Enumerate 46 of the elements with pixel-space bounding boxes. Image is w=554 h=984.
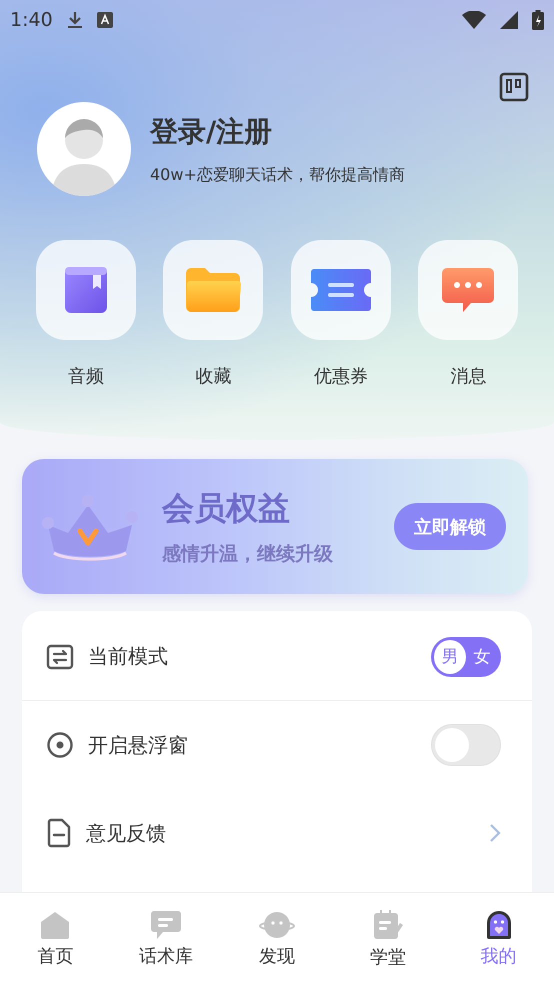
shortcut-tile[interactable]: [36, 240, 136, 340]
settings-label: 开启悬浮窗: [88, 732, 189, 758]
banner-subtitle: 感情升温，继续升级: [162, 542, 334, 566]
shortcut-label: 音频: [68, 365, 104, 388]
swap-icon: [46, 644, 74, 670]
notepad-icon: [372, 908, 404, 940]
shortcut-tile[interactable]: [418, 240, 518, 340]
settings-label: 当前模式: [88, 643, 169, 670]
banner-title: 会员权益: [162, 488, 291, 528]
tab-item[interactable]: 学堂: [332, 893, 444, 984]
gender-option[interactable]: 女: [466, 640, 498, 674]
document-icon: [46, 818, 72, 848]
shortcut-tile[interactable]: [290, 240, 391, 340]
wifi-icon: [462, 11, 486, 29]
settings-label: 意见反馈: [86, 820, 167, 846]
shortcut-label: 消息: [450, 365, 486, 388]
settings-row[interactable]: 意见反馈: [22, 789, 532, 877]
shortcut-label: 收藏: [195, 365, 232, 388]
login-register-link[interactable]: 登录/注册: [150, 112, 405, 150]
shortcut-label: 优惠券: [314, 365, 368, 388]
ticket-icon: [310, 267, 372, 313]
folder-icon: [184, 267, 242, 313]
shortcut-tile[interactable]: [163, 240, 264, 340]
download-icon: [66, 11, 83, 29]
disc-icon: [46, 731, 74, 759]
status-time: 1:40: [10, 9, 53, 31]
toggle-switch[interactable]: [431, 724, 501, 766]
planet-icon: [258, 910, 295, 940]
tab-item[interactable]: 我的: [443, 893, 554, 984]
settings-row[interactable]: 当前模式 男 女: [22, 613, 532, 701]
chevron-right-icon: [489, 823, 501, 843]
settings-row[interactable]: 开启悬浮窗: [22, 701, 532, 789]
keyboard-badge-icon: [96, 12, 113, 28]
tab-item[interactable]: 话术库: [110, 893, 222, 984]
tab-item[interactable]: 首页: [0, 893, 111, 984]
battery-icon: [532, 10, 544, 30]
chat-icon: [150, 910, 182, 940]
house-icon: [39, 910, 72, 940]
book-icon: [62, 265, 109, 315]
gender-toggle[interactable]: 男 女: [431, 636, 501, 676]
tab-item[interactable]: 发现: [222, 893, 332, 984]
chat-bubble-icon: [441, 266, 496, 314]
signal-icon: [500, 11, 518, 29]
profile-subtitle: 40w+恋爱聊天话术，帮你提高情商: [150, 164, 405, 186]
gender-option[interactable]: 男: [434, 640, 466, 674]
board-icon[interactable]: [499, 72, 529, 102]
